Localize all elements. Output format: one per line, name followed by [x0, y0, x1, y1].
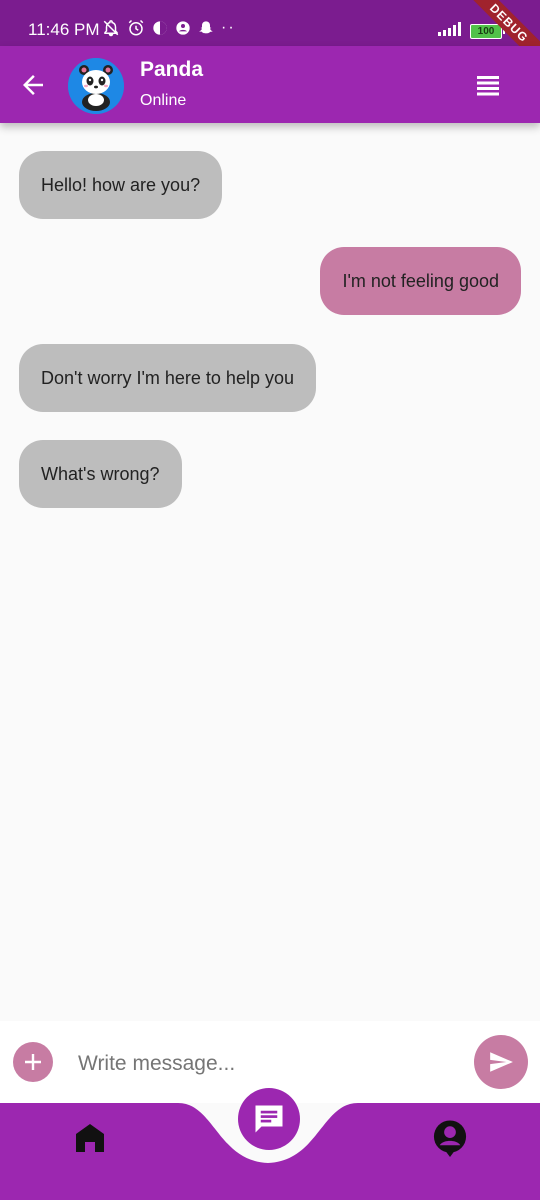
bottom-navigation: [0, 1088, 540, 1200]
chat-icon: [255, 1105, 283, 1133]
nav-home-button[interactable]: [74, 1121, 106, 1155]
app-bar: Panda Online: [0, 46, 540, 123]
signal-icon: [438, 22, 464, 41]
plus-icon: [25, 1054, 41, 1070]
alarm-icon: [127, 19, 145, 37]
send-button[interactable]: [474, 1035, 528, 1089]
account-circle-icon: [175, 20, 191, 36]
profile-icon: [433, 1120, 467, 1157]
battery-icon: 100: [470, 24, 505, 39]
message-input[interactable]: [76, 1043, 460, 1085]
nav-profile-button[interactable]: [432, 1119, 468, 1157]
contact-name: Panda: [140, 58, 204, 81]
status-time: 11:46 PM: [28, 20, 100, 39]
panda-avatar-image: [68, 58, 124, 114]
contact-status: Online: [140, 92, 187, 109]
message-bubble-outgoing: I'm not feeling good: [320, 247, 521, 315]
nav-chat-button[interactable]: [238, 1088, 300, 1150]
arrow-left-icon: [23, 75, 43, 95]
more-dots-icon: ··: [221, 19, 236, 36]
add-attachment-button[interactable]: [13, 1042, 53, 1082]
message-bubble-incoming: Don't worry I'm here to help you: [19, 344, 316, 412]
message-bubble-incoming: Hello! how are you?: [19, 151, 223, 219]
back-button[interactable]: [18, 70, 48, 100]
contact-avatar[interactable]: [68, 58, 124, 114]
status-system-icons: 100: [438, 22, 505, 41]
bell-off-icon: [102, 19, 120, 37]
message-bubble-incoming: What's wrong?: [19, 440, 182, 508]
status-notification-icons: ··: [102, 19, 236, 37]
menu-button[interactable]: [476, 74, 500, 98]
data-saver-icon: [152, 20, 168, 36]
menu-lines-icon: [477, 76, 499, 96]
send-icon: [490, 1052, 513, 1072]
status-bar: 11:46 PM ·· 100 DEBUG: [0, 0, 540, 76]
home-icon: [76, 1124, 104, 1152]
snapchat-icon: [198, 20, 214, 36]
